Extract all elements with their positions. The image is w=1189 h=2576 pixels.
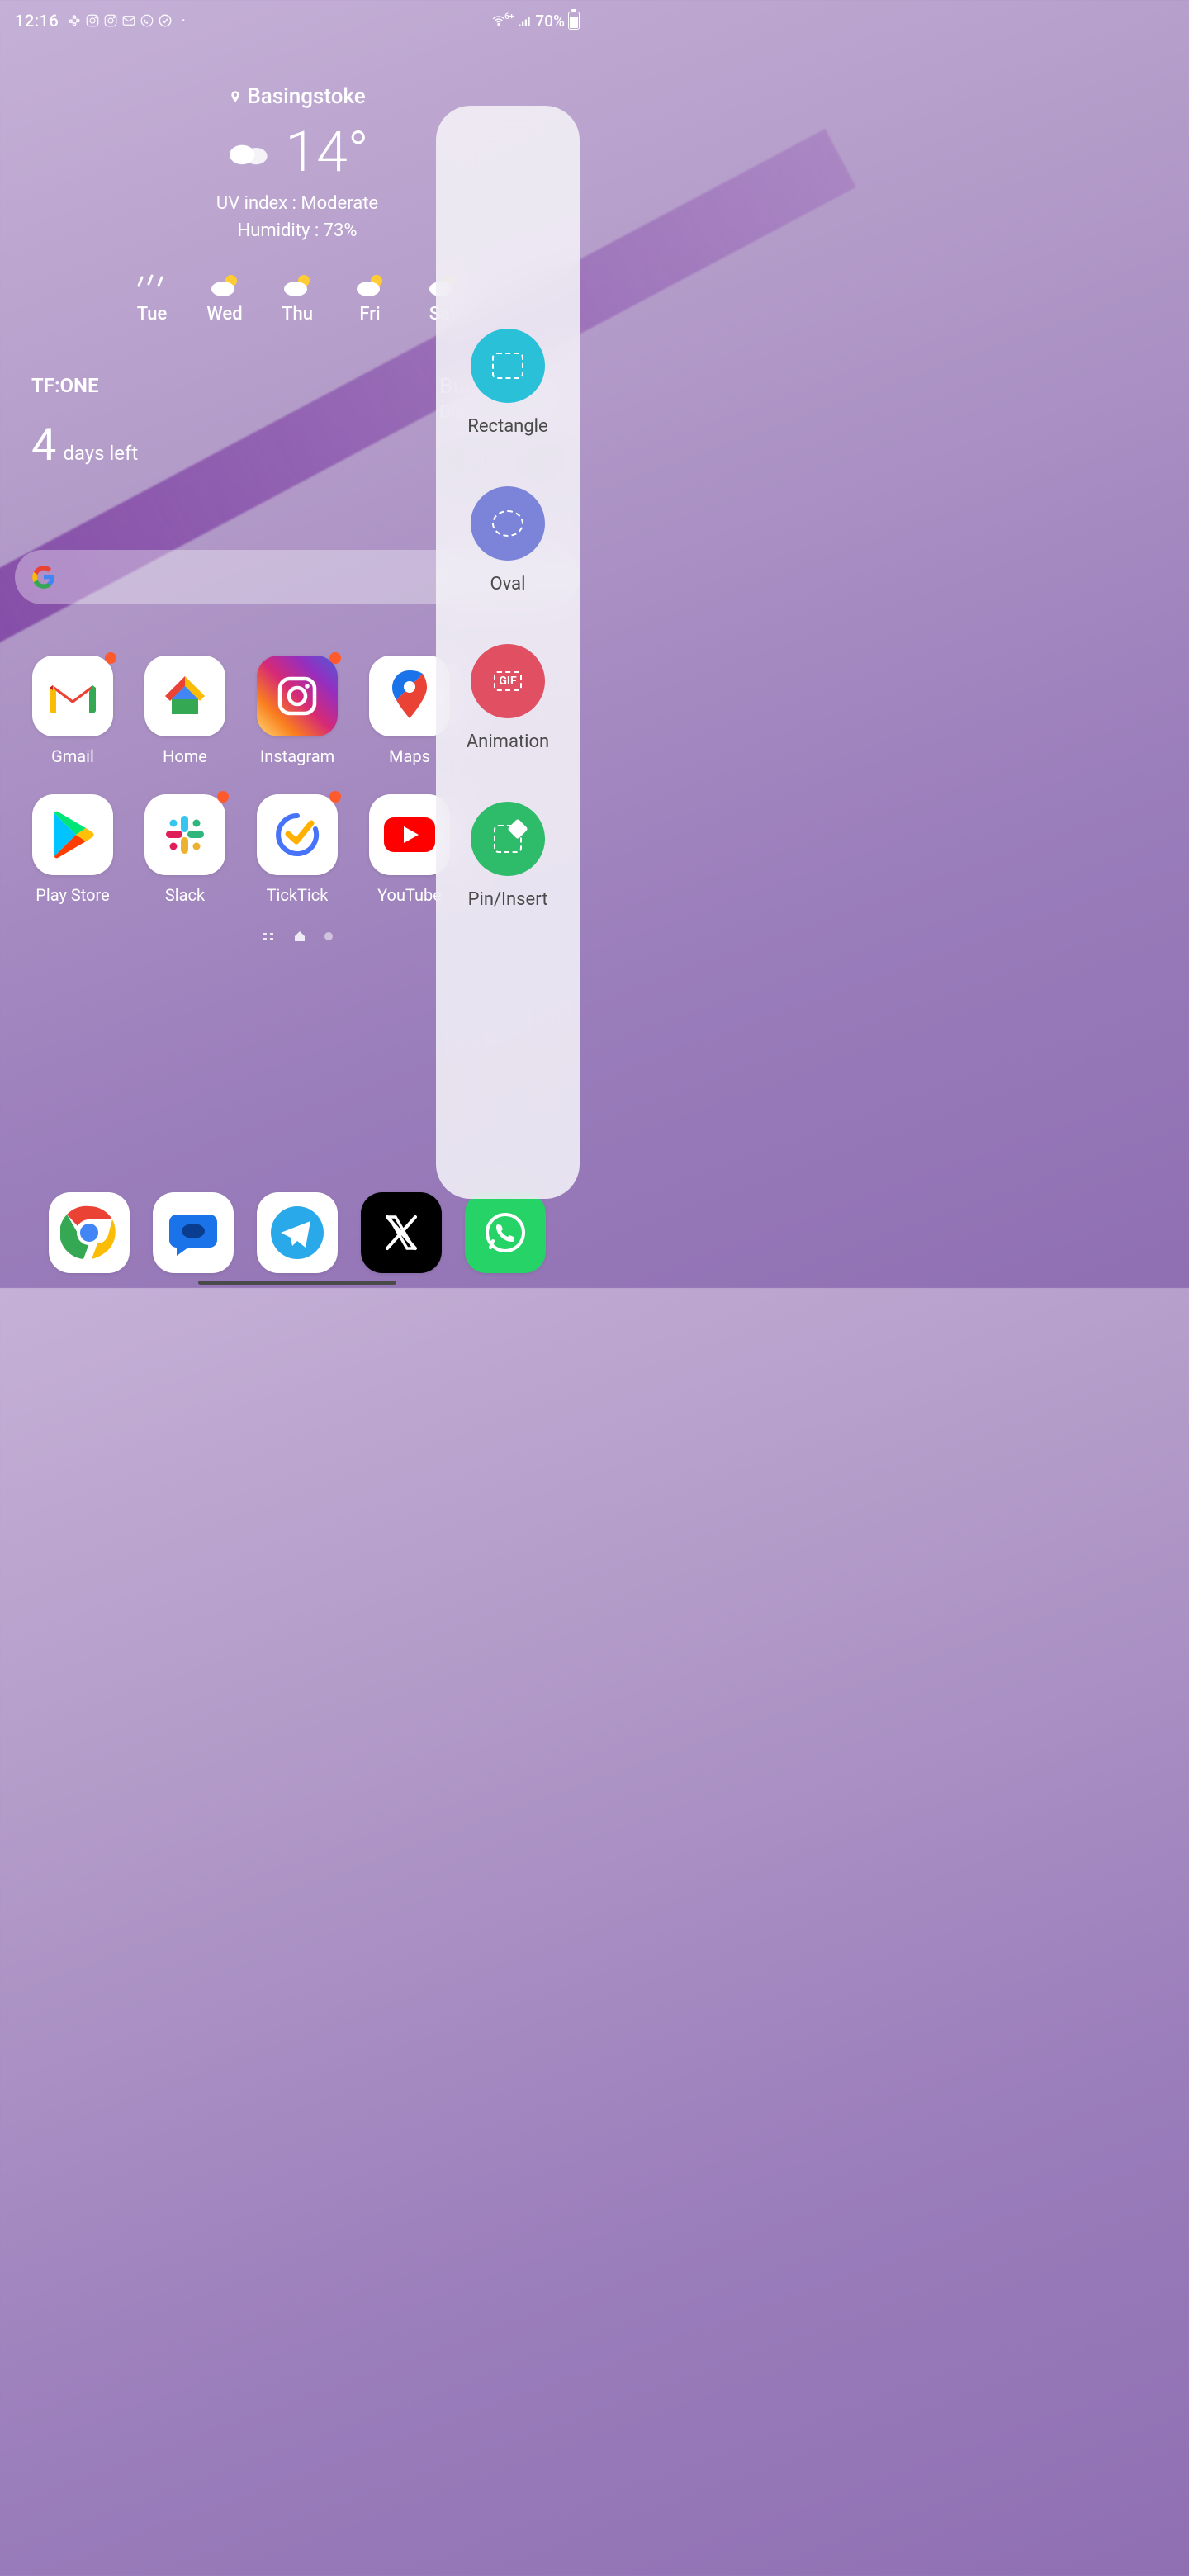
app-gmail[interactable]: Gmail — [21, 656, 124, 766]
chrome-icon — [60, 1204, 118, 1262]
countdown-value-row: 4 days left — [31, 424, 138, 468]
messages-icon — [167, 1208, 220, 1257]
dock-x[interactable] — [361, 1192, 442, 1273]
partly-cloudy-icon — [353, 272, 386, 297]
app-label: Play Store — [36, 885, 109, 905]
app-play-store[interactable]: Play Store — [21, 794, 124, 905]
app-ticktick[interactable]: TickTick — [246, 794, 348, 905]
countdown-number: 4 — [31, 424, 56, 468]
slack-icon — [161, 811, 209, 859]
forecast-day-tue[interactable]: Tue — [128, 272, 176, 324]
panel-label: Oval — [490, 574, 526, 594]
status-bar: 12:16 • 6+ 70% — [0, 0, 594, 36]
battery-indicator: 70% — [535, 12, 580, 31]
gmail-icon — [48, 677, 97, 715]
whatsapp-icon — [140, 13, 154, 28]
instagram-icon — [85, 13, 100, 28]
google-logo-icon — [31, 565, 56, 590]
status-time: 12:16 — [15, 11, 59, 31]
weather-location: Basingstoke — [247, 84, 365, 109]
weather-temperature: 14° — [285, 124, 368, 180]
pin-icon — [494, 825, 522, 853]
forecast-day-thu[interactable]: Thu — [273, 272, 321, 324]
partly-cloudy-icon — [208, 272, 241, 297]
telegram-icon — [268, 1203, 327, 1262]
forecast-label: Tue — [137, 304, 168, 324]
panel-label: Pin/Insert — [468, 889, 548, 910]
gmail-icon — [121, 13, 136, 28]
forecast-label: Fri — [359, 304, 380, 324]
gesture-bar[interactable] — [198, 1281, 396, 1285]
panel-pin[interactable]: Pin/Insert — [468, 802, 548, 910]
instagram-icon — [103, 13, 118, 28]
slack-icon — [67, 13, 82, 28]
x-icon — [379, 1210, 424, 1255]
app-label: Slack — [165, 885, 205, 905]
panel-rectangle[interactable]: Rectangle — [467, 329, 547, 437]
battery-icon — [568, 12, 580, 30]
notification-badge — [217, 791, 229, 803]
countdown-suffix: days left — [63, 442, 138, 465]
app-label: Maps — [389, 746, 430, 766]
cellular-icon — [517, 13, 532, 28]
more-dot-icon: • — [176, 13, 191, 28]
panel-oval[interactable]: Oval — [471, 486, 545, 594]
instagram-icon — [273, 672, 321, 720]
app-label: YouTube — [377, 885, 442, 905]
dock-messages[interactable] — [153, 1192, 234, 1273]
notification-badge — [105, 652, 116, 664]
app-slack[interactable]: Slack — [134, 794, 236, 905]
rain-icon — [135, 272, 168, 297]
wifi-icon — [491, 13, 506, 28]
rectangle-shape-icon — [492, 353, 523, 379]
countdown-widget[interactable]: TF:ONE 4 days left — [31, 374, 138, 482]
page-dot-menu-icon — [262, 930, 275, 943]
dock-whatsapp[interactable] — [465, 1192, 546, 1273]
cloud-icon — [225, 137, 270, 167]
dock-chrome[interactable] — [49, 1192, 130, 1273]
gif-icon: GIF — [494, 671, 521, 691]
app-label: Gmail — [51, 746, 94, 766]
forecast-day-fri[interactable]: Fri — [346, 272, 394, 324]
app-label: Instagram — [260, 746, 334, 766]
ticktick-icon — [272, 809, 323, 860]
home-icon — [160, 671, 210, 721]
panel-label: Animation — [467, 732, 549, 752]
panel-label: Rectangle — [467, 416, 547, 437]
panel-animation[interactable]: GIF Animation — [467, 644, 549, 752]
forecast-label: Thu — [282, 304, 313, 324]
forecast-day-wed[interactable]: Wed — [201, 272, 249, 324]
app-google-home[interactable]: Home — [134, 656, 236, 766]
notification-badge — [329, 652, 341, 664]
ticktick-icon — [158, 13, 173, 28]
play-store-icon — [50, 810, 96, 859]
page-dot-icon — [324, 932, 333, 940]
smart-select-panel[interactable]: Rectangle Oval GIF Animation Pin/Insert — [436, 106, 580, 1199]
whatsapp-icon — [481, 1208, 530, 1257]
notification-badge — [329, 791, 341, 803]
page-home-icon — [293, 930, 306, 943]
maps-icon — [387, 669, 432, 723]
dock — [0, 1192, 594, 1273]
app-label: TickTick — [267, 885, 329, 905]
location-pin-icon — [229, 88, 242, 106]
countdown-title: TF:ONE — [31, 374, 138, 397]
forecast-label: Wed — [206, 304, 242, 324]
dock-telegram[interactable] — [257, 1192, 338, 1273]
partly-cloudy-icon — [281, 272, 314, 297]
battery-percent: 70% — [535, 12, 565, 31]
app-instagram[interactable]: Instagram — [246, 656, 348, 766]
app-label: Home — [163, 746, 207, 766]
youtube-icon — [381, 814, 438, 855]
status-bar-right: 6+ 70% — [491, 12, 580, 31]
oval-shape-icon — [492, 510, 523, 537]
status-bar-left: 12:16 • — [15, 11, 191, 31]
